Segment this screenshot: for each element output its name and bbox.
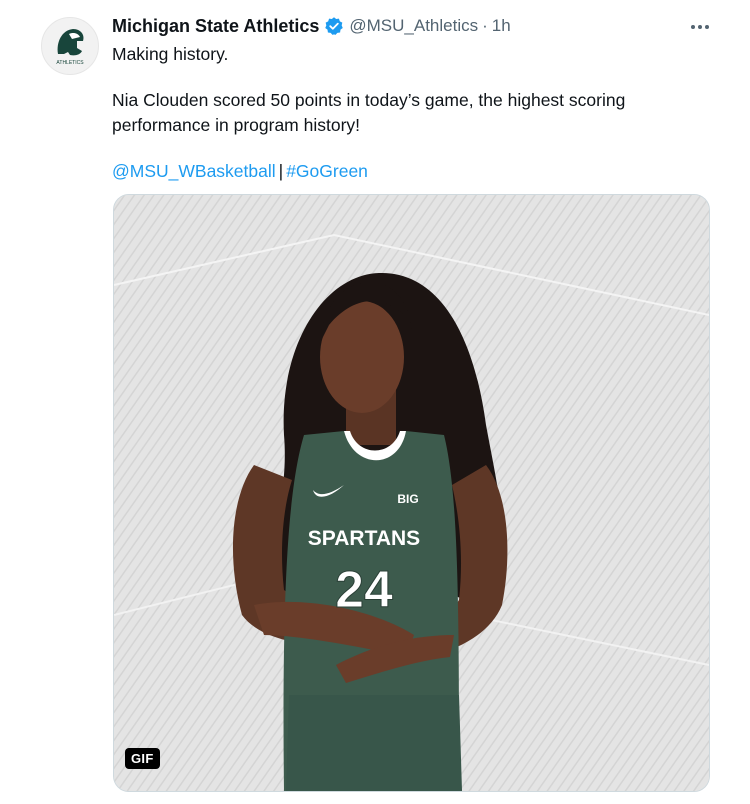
- spartan-helmet-logo: ATHLETICS: [56, 29, 84, 66]
- jersey-team: SPARTANS: [308, 527, 420, 550]
- gif-image: BIG SPARTANS 24: [114, 195, 709, 791]
- avatar-text: ATHLETICS: [56, 60, 84, 66]
- display-name[interactable]: Michigan State Athletics: [112, 16, 319, 37]
- tweet-links: @MSU_WBasketball | #GoGreen: [112, 159, 368, 183]
- tweet-header: Michigan State Athletics @MSU_Athletics …: [112, 14, 511, 38]
- hashtag-link[interactable]: #GoGreen: [286, 161, 368, 181]
- mention-link[interactable]: @MSU_WBasketball: [112, 161, 276, 181]
- tweet-text-line: Making history.: [112, 44, 229, 64]
- tweet-text-line: Nia Clouden scored 50 points in today’s …: [112, 90, 626, 110]
- verified-badge-icon: [325, 17, 344, 35]
- link-separator: |: [278, 161, 284, 181]
- separator-dot: ·: [482, 16, 488, 35]
- tweet-text-line: performance in program history!: [112, 115, 361, 135]
- more-options-button[interactable]: [685, 12, 715, 42]
- media-gif[interactable]: BIG SPARTANS 24 GIF: [113, 194, 710, 792]
- gif-badge: GIF: [125, 748, 160, 769]
- more-options-icon: [691, 25, 695, 29]
- jersey-brand: BIG: [397, 492, 418, 506]
- jersey-number: 24: [335, 561, 393, 619]
- avatar[interactable]: ATHLETICS: [41, 17, 99, 75]
- timestamp[interactable]: 1h: [492, 16, 511, 36]
- handle[interactable]: @MSU_Athletics: [349, 16, 478, 36]
